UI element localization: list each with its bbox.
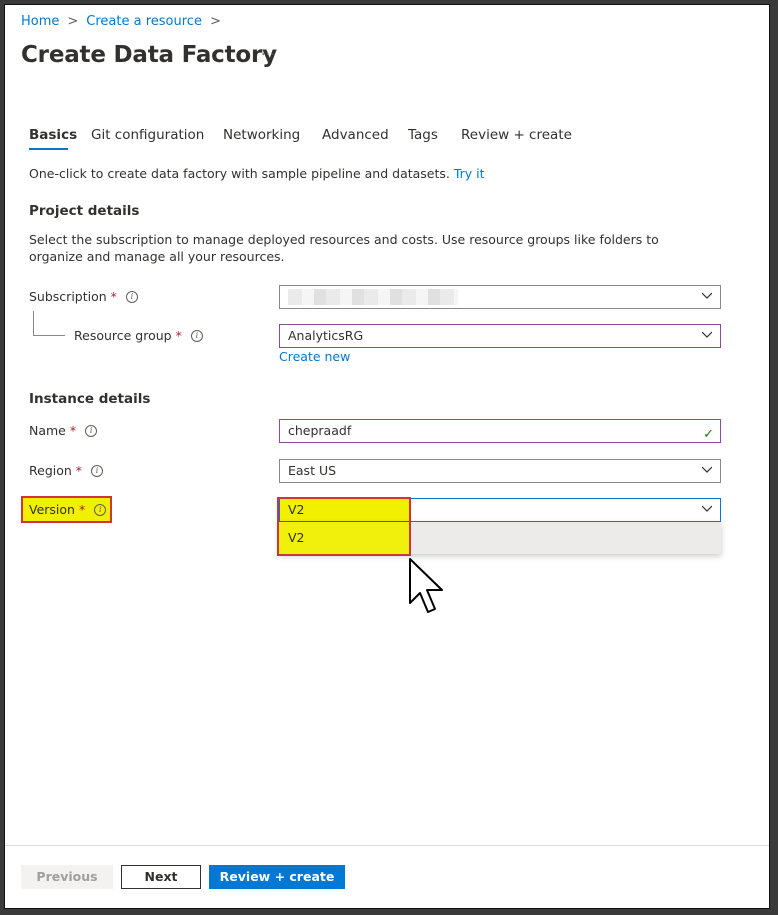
redacted-subscription: [288, 289, 458, 305]
tab-basics[interactable]: Basics: [29, 127, 77, 143]
info-icon[interactable]: i: [190, 329, 203, 342]
required-asterisk: *: [110, 289, 117, 304]
info-icon[interactable]: i: [85, 424, 98, 437]
required-asterisk: *: [175, 328, 182, 343]
chevron-right-icon: >: [67, 14, 79, 29]
resource-group-dropdown[interactable]: AnalyticsRG: [279, 324, 721, 348]
resource-group-label: Resource group * i: [74, 328, 203, 343]
tab-git-configuration[interactable]: Git configuration: [91, 127, 204, 143]
mouse-pointer-icon: [409, 558, 443, 613]
review-create-button[interactable]: Review + create: [209, 865, 345, 889]
required-asterisk: *: [78, 502, 86, 517]
breadcrumb-create-resource[interactable]: Create a resource: [86, 14, 202, 29]
chevron-down-icon: [702, 292, 712, 299]
create-new-link[interactable]: Create new: [279, 349, 350, 364]
name-label: Name * i: [29, 423, 98, 438]
more-options-icon[interactable]: ···: [261, 47, 274, 63]
checkmark-icon: ✓: [703, 427, 714, 442]
tree-connector-horizontal: [33, 335, 65, 336]
region-dropdown[interactable]: East US: [279, 459, 721, 483]
project-details-heading: Project details: [29, 203, 140, 219]
next-button[interactable]: Next: [121, 865, 201, 889]
tab-networking[interactable]: Networking: [223, 127, 300, 143]
required-asterisk: *: [69, 423, 77, 438]
subscription-label: Subscription * i: [29, 289, 138, 304]
chevron-down-icon: [702, 331, 712, 338]
chevron-down-icon: [702, 466, 712, 473]
breadcrumb-home[interactable]: Home: [21, 14, 59, 29]
tab-tags[interactable]: Tags: [408, 127, 438, 143]
version-label: Version * i: [29, 502, 107, 517]
subscription-dropdown[interactable]: [279, 285, 721, 309]
tab-review-create[interactable]: Review + create: [461, 127, 572, 143]
try-it-link[interactable]: Try it: [454, 166, 485, 181]
tab-advanced[interactable]: Advanced: [322, 127, 389, 143]
intro-text: One-click to create data factory with sa…: [29, 166, 450, 181]
previous-button[interactable]: Previous: [21, 865, 113, 889]
required-asterisk: *: [75, 463, 83, 478]
instance-details-heading: Instance details: [29, 391, 151, 407]
chevron-right-icon: >: [209, 14, 221, 29]
footer-divider: [5, 845, 769, 846]
info-icon[interactable]: i: [125, 290, 138, 303]
intro-line: One-click to create data factory with sa…: [29, 165, 485, 182]
version-value-annotation-box: [277, 497, 411, 556]
breadcrumb: Home > Create a resource >: [21, 14, 221, 29]
tree-connector-vertical: [33, 311, 34, 335]
region-label: Region * i: [29, 463, 104, 478]
info-icon[interactable]: i: [94, 503, 107, 516]
page-title: Create Data Factory: [21, 42, 277, 68]
info-icon[interactable]: i: [91, 464, 104, 477]
active-tab-underline: [29, 148, 68, 150]
chevron-up-icon: [702, 505, 712, 512]
project-details-description: Select the subscription to manage deploy…: [29, 232, 659, 264]
create-data-factory-blade: Home > Create a resource > Create Data F…: [4, 4, 770, 909]
name-input[interactable]: chepraadf ✓: [279, 419, 721, 443]
